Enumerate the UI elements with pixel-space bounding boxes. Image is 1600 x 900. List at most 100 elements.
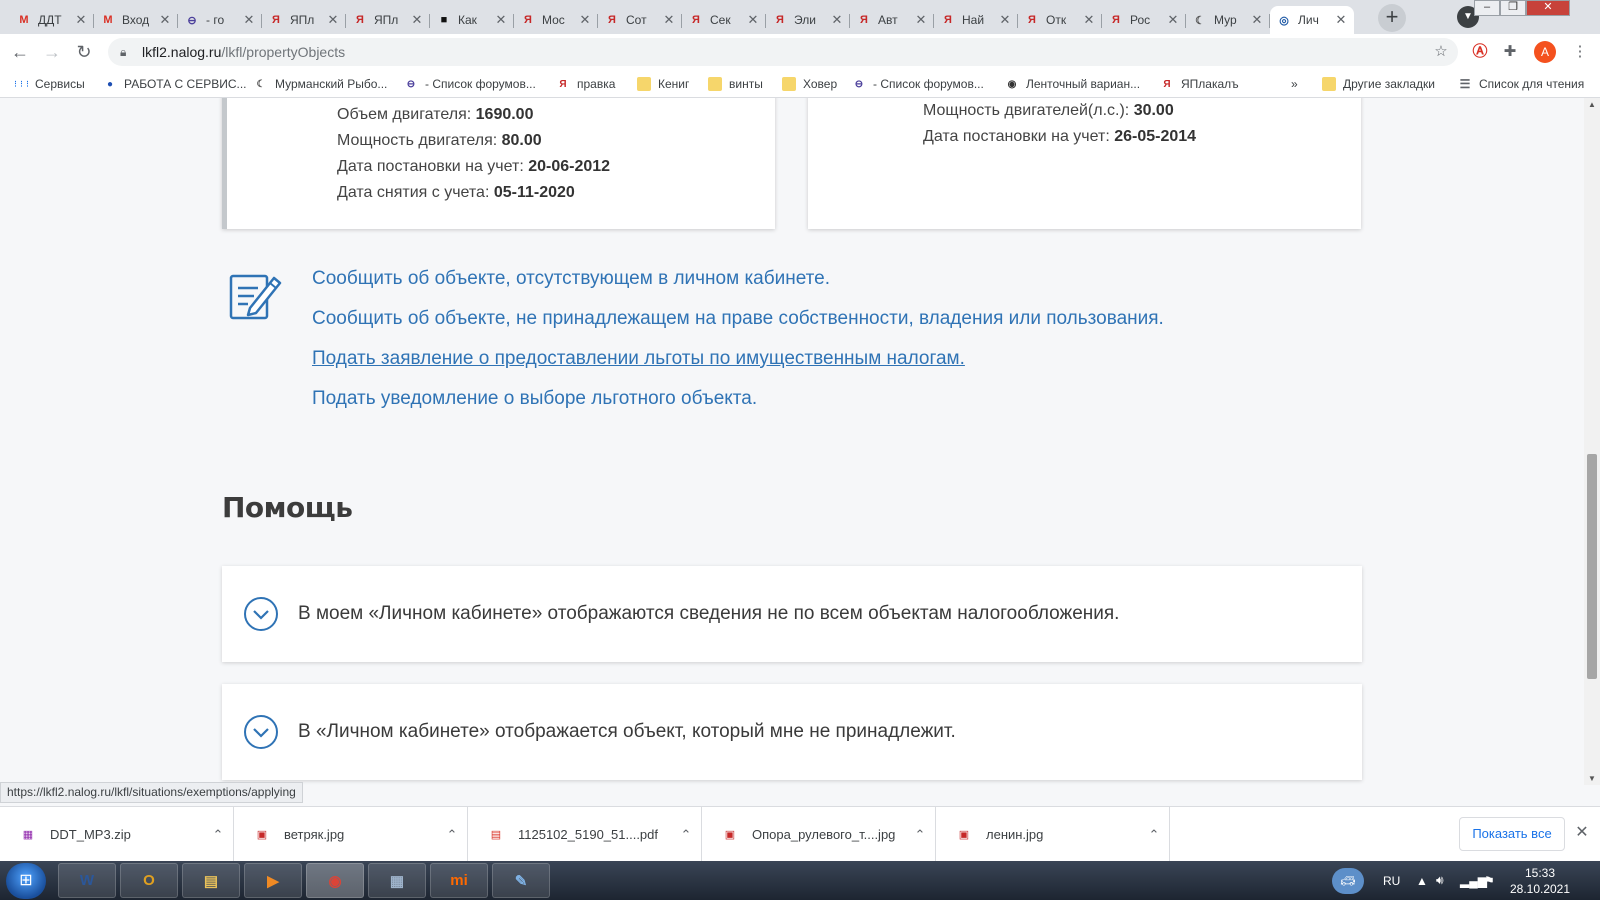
reload-icon[interactable]: ↻: [72, 40, 96, 64]
benefit-object-notice-link[interactable]: Подать уведомление о выборе льготного об…: [312, 388, 757, 410]
close-tab-icon[interactable]: ✕: [410, 12, 424, 28]
bookmark-star-icon[interactable]: ☆: [1431, 42, 1451, 62]
close-tab-icon[interactable]: ✕: [158, 12, 172, 28]
bookmark-item[interactable]: ◉ Ленточный вариан...: [1005, 76, 1140, 92]
chevron-up-icon[interactable]: ⌃: [203, 827, 233, 843]
bookmark-item[interactable]: ⊖ - Список форумов...: [852, 76, 984, 92]
browser-tab[interactable]: Я Отк ✕: [1018, 6, 1102, 34]
show-all-downloads-button[interactable]: Показать все: [1459, 817, 1565, 851]
report-missing-object-link[interactable]: Сообщить об объекте, отсутствующем в лич…: [312, 268, 830, 290]
tray-clock[interactable]: 15:33 28.10.2021: [1500, 865, 1580, 897]
profile-avatar[interactable]: A: [1534, 41, 1556, 63]
browser-tab[interactable]: ☾ Мур ✕: [1186, 6, 1270, 34]
download-item[interactable]: ▤ 1125102_5190_51....pdf ⌃: [468, 807, 702, 862]
bookmark-item[interactable]: ☰ Список для чтения: [1458, 76, 1585, 92]
close-tab-icon[interactable]: ✕: [830, 12, 844, 28]
close-tab-icon[interactable]: ✕: [914, 12, 928, 28]
paint-taskbar-icon[interactable]: ✎: [492, 863, 550, 898]
scrollbar-thumb[interactable]: [1587, 454, 1597, 679]
new-tab-button[interactable]: +: [1378, 4, 1406, 32]
close-tab-icon[interactable]: ✕: [998, 12, 1012, 28]
close-window-icon[interactable]: ✕: [1526, 0, 1570, 16]
chevron-up-icon[interactable]: ⌃: [437, 827, 467, 843]
scroll-up-icon[interactable]: ▲: [1584, 100, 1600, 109]
maximize-icon[interactable]: ❐: [1500, 0, 1526, 16]
close-tab-icon[interactable]: ✕: [1166, 12, 1180, 28]
tray-network-car-icon[interactable]: 🚙︎: [1332, 861, 1364, 900]
browser-tab[interactable]: ⊖ - го ✕: [178, 6, 262, 34]
mi-taskbar-icon[interactable]: mi: [430, 863, 488, 898]
minimize-icon[interactable]: –: [1474, 0, 1500, 16]
report-not-owned-object-link[interactable]: Сообщить об объекте, не принадлежащем на…: [312, 308, 1164, 330]
browser-tab[interactable]: ■ Как ✕: [430, 6, 514, 34]
bookmark-item[interactable]: ⋮⋮⋮ Сервисы: [12, 76, 85, 92]
bookmark-item[interactable]: Я ЯПлакалъ: [1160, 76, 1238, 92]
browser-tab[interactable]: Я Мос ✕: [514, 6, 598, 34]
chrome-taskbar-icon[interactable]: ◉: [306, 863, 364, 898]
close-tab-icon[interactable]: ✕: [1334, 12, 1348, 28]
close-tab-icon[interactable]: ✕: [494, 12, 508, 28]
extensions-puzzle-icon[interactable]: ✚: [1500, 42, 1520, 62]
explorer-taskbar-icon[interactable]: ▤: [182, 863, 240, 898]
browser-tab[interactable]: M ДДТ ✕: [10, 6, 94, 34]
calculator-taskbar-icon[interactable]: ▦: [368, 863, 426, 898]
image-file-icon: ▣: [256, 829, 268, 841]
bookmark-item[interactable]: винты: [708, 76, 763, 92]
close-tab-icon[interactable]: ✕: [746, 12, 760, 28]
close-tab-icon[interactable]: ✕: [242, 12, 256, 28]
bookmark-item[interactable]: Кениг: [637, 76, 689, 92]
browser-tab[interactable]: Я Эли ✕: [766, 6, 850, 34]
faq-item[interactable]: В моем «Личном кабинете» отображаются св…: [222, 566, 1362, 662]
tray-expand-icon[interactable]: ▲: [1416, 861, 1428, 900]
mi-icon: mi: [450, 872, 468, 889]
browser-tab[interactable]: Я Сот ✕: [598, 6, 682, 34]
browser-tab[interactable]: M Вход ✕: [94, 6, 178, 34]
page-scrollbar[interactable]: ▲ ▼: [1584, 98, 1600, 785]
browser-tab[interactable]: Я Сек ✕: [682, 6, 766, 34]
outlook-taskbar-icon[interactable]: O: [120, 863, 178, 898]
download-item[interactable]: ▦ DDT_MP3.zip ⌃: [0, 807, 234, 862]
download-item[interactable]: ▣ Опора_рулевого_т....jpg ⌃: [702, 807, 936, 862]
close-tab-icon[interactable]: ✕: [1082, 12, 1096, 28]
chevron-up-icon[interactable]: ⌃: [1139, 827, 1169, 843]
bookmark-item[interactable]: ● РАБОТА С СЕРВИС...: [103, 76, 247, 92]
bookmark-item[interactable]: ☾ Мурманский Рыбо...: [254, 76, 388, 92]
browser-tab[interactable]: Я Авт ✕: [850, 6, 934, 34]
browser-tab[interactable]: ◎ Лич ✕: [1270, 6, 1354, 34]
apply-tax-benefit-link[interactable]: Подать заявление о предоставлении льготы…: [312, 348, 965, 370]
adblock-icon[interactable]: Ⓐ: [1470, 42, 1490, 62]
scroll-down-icon[interactable]: ▼: [1584, 774, 1600, 783]
language-indicator[interactable]: RU: [1383, 861, 1400, 900]
bookmarks-overflow-icon[interactable]: »: [1291, 76, 1298, 92]
close-tab-icon[interactable]: ✕: [578, 12, 592, 28]
lock-icon: 🔒︎: [120, 44, 127, 59]
chevron-up-icon[interactable]: ⌃: [671, 827, 701, 843]
browser-tab[interactable]: Я ЯПл ✕: [262, 6, 346, 34]
back-icon[interactable]: ←: [8, 40, 32, 64]
address-bar[interactable]: 🔒︎ lkfl2.nalog.ru/lkfl/propertyObjects: [108, 38, 1458, 66]
browser-tab[interactable]: Я Най ✕: [934, 6, 1018, 34]
download-item[interactable]: ▣ ленин.jpg ⌃: [936, 807, 1170, 862]
bookmark-item[interactable]: Другие закладки: [1322, 76, 1435, 92]
word-taskbar-icon[interactable]: W: [58, 863, 116, 898]
bookmark-item[interactable]: Ховер: [782, 76, 837, 92]
media-player-taskbar-icon[interactable]: ▶: [244, 863, 302, 898]
forward-icon[interactable]: →: [40, 40, 64, 64]
close-tab-icon[interactable]: ✕: [662, 12, 676, 28]
browser-tab[interactable]: Я ЯПл ✕: [346, 6, 430, 34]
start-button[interactable]: ⊞: [6, 863, 46, 899]
bookmark-item[interactable]: Яправка: [556, 76, 615, 92]
close-tab-icon[interactable]: ✕: [74, 12, 88, 28]
close-tab-icon[interactable]: ✕: [1250, 12, 1264, 28]
download-item[interactable]: ▣ ветряк.jpg ⌃: [234, 807, 468, 862]
browser-tab[interactable]: Я Рос ✕: [1102, 6, 1186, 34]
volume-icon[interactable]: 🔊︎: [1436, 861, 1444, 900]
close-icon[interactable]: ✕: [1572, 823, 1592, 843]
flag-icon[interactable]: ⚑: [1484, 861, 1495, 900]
signal-icon[interactable]: ▂▄▆: [1460, 861, 1487, 900]
chevron-up-icon[interactable]: ⌃: [905, 827, 935, 843]
faq-item[interactable]: В «Личном кабинете» отображается объект,…: [222, 684, 1362, 780]
close-tab-icon[interactable]: ✕: [326, 12, 340, 28]
kebab-menu-icon[interactable]: ⋮: [1570, 42, 1590, 62]
bookmark-item[interactable]: ⊖ - Список форумов...: [404, 76, 536, 92]
